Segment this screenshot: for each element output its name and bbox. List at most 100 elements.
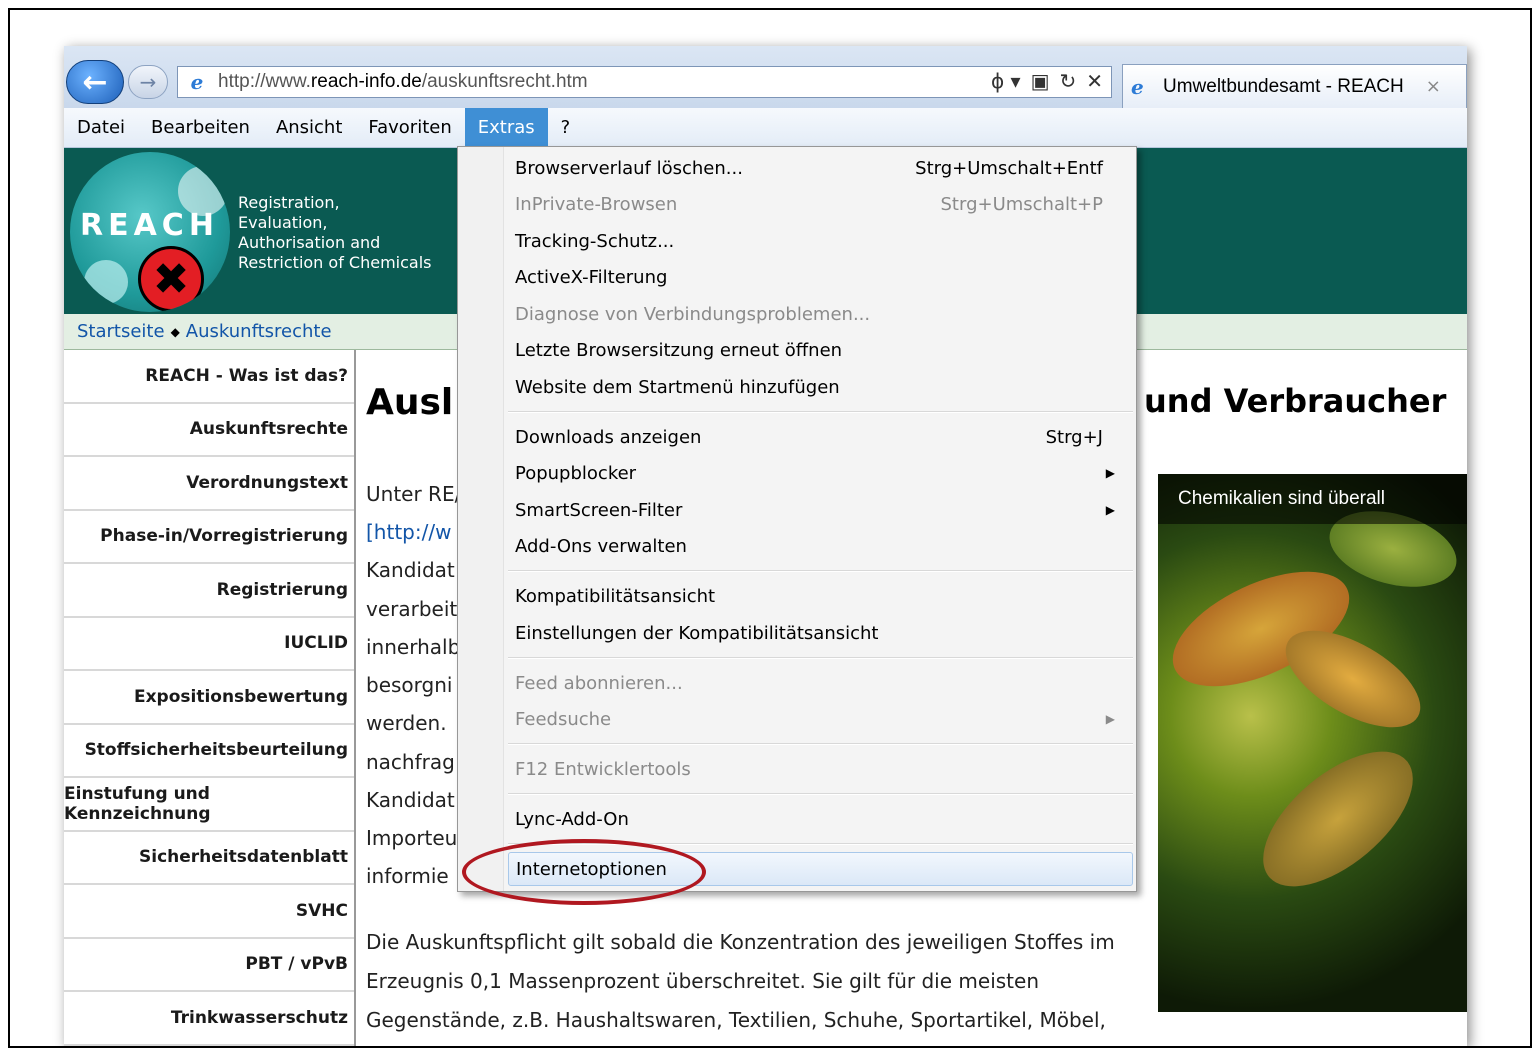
submenu-arrow-icon: ▶: [1105, 466, 1115, 480]
shortcut-label: Strg+Umschalt+Entf: [915, 157, 1103, 179]
menu-separator: [508, 411, 1133, 413]
paragraph-line: Die Auskunftspflicht gilt sobald die Kon…: [366, 930, 1115, 954]
menu-item-kompatibilitaet-einstellungen[interactable]: Einstellungen der Kompatibilitätsansicht: [508, 616, 1133, 650]
sidebar-item-phase-in[interactable]: Phase-in/Vorregistrierung: [64, 511, 354, 564]
forward-button[interactable]: →: [128, 65, 168, 99]
sidebar-item-pbt[interactable]: PBT / vPvB: [64, 939, 354, 992]
stop-icon[interactable]: ✕: [1086, 69, 1103, 93]
menu-item-feedsuche: Feedsuche ▶: [515, 708, 1115, 730]
paragraph-line: besorgni: [366, 673, 453, 697]
refresh-icon[interactable]: ↻: [1059, 69, 1076, 93]
sidebar-item-stoffsicherheit[interactable]: Stoffsicherheitsbeurteilung: [64, 725, 354, 778]
image-caption: Chemikalien sind überall: [1158, 474, 1467, 524]
menu-separator: [508, 743, 1133, 745]
menu-item-downloads[interactable]: Downloads anzeigen Strg+J: [508, 420, 1133, 454]
logo-bubble: [84, 260, 128, 304]
menu-favoriten[interactable]: Favoriten: [355, 108, 464, 148]
chemicals-image[interactable]: Chemikalien sind überall: [1158, 474, 1467, 1012]
shortcut-label: Strg+J: [1045, 426, 1103, 448]
menu-item-browserverlauf[interactable]: Browserverlauf löschen... Strg+Umschalt+…: [508, 151, 1133, 185]
menu-bearbeiten[interactable]: Bearbeiten: [138, 108, 263, 148]
address-toolbar: ← → e http://www.reach-info.de/auskunfts…: [64, 46, 1467, 108]
menu-item-popupblocker[interactable]: Popupblocker ▶: [508, 456, 1133, 490]
logo-text: REACH: [80, 208, 219, 243]
submenu-arrow-icon: ▶: [1105, 712, 1115, 726]
url-text[interactable]: http://www.reach-info.de/auskunftsrecht.…: [218, 71, 588, 93]
tab-ie-icon: e: [1131, 74, 1144, 99]
extras-dropdown-menu: Browserverlauf löschen... Strg+Umschalt+…: [457, 146, 1137, 892]
menu-item-addons[interactable]: Add-Ons verwalten: [508, 529, 1133, 563]
menu-item-activex-filterung[interactable]: ActiveX-Filterung: [508, 260, 1133, 294]
back-button[interactable]: ←: [66, 60, 124, 104]
paragraph-line: nachfrag: [366, 750, 455, 774]
menu-bar: Datei Bearbeiten Ansicht Favoriten Extra…: [64, 107, 1467, 148]
sidebar-item-verordnungstext[interactable]: Verordnungstext: [64, 457, 354, 511]
shortcut-label: Strg+Umschalt+P: [940, 193, 1104, 215]
menu-separator: [508, 657, 1133, 659]
back-arrow-icon: ←: [82, 64, 108, 100]
compatibility-view-icon[interactable]: ▣: [1031, 69, 1050, 93]
menu-item-lync-addon[interactable]: Lync-Add-On: [508, 802, 1133, 836]
browser-tab[interactable]: e Umweltbundesamt - REACH ×: [1122, 64, 1467, 108]
sidebar-item-reach[interactable]: REACH - Was ist das?: [64, 350, 354, 404]
paragraph-line: Unter RE/: [366, 482, 462, 506]
paragraph-line: werden.: [366, 711, 447, 735]
paragraph-line: Erzeugnis 0,1 Massenprozent überschreite…: [366, 969, 1039, 993]
menu-item-f12-tools: F12 Entwicklertools: [515, 758, 691, 780]
address-bar[interactable]: e http://www.reach-info.de/auskunftsrech…: [177, 66, 1112, 98]
submenu-arrow-icon: ▶: [1105, 503, 1115, 517]
paragraph-line: informie: [366, 864, 449, 888]
menu-item-startmenue[interactable]: Website dem Startmenü hinzufügen: [508, 370, 1133, 404]
subtitle-line: Restriction of Chemicals: [238, 253, 432, 272]
menu-item-smartscreen[interactable]: SmartScreen-Filter ▶: [508, 493, 1133, 527]
paragraph-line: verarbeit: [366, 597, 458, 621]
sidebar-item-expositionsbewertung[interactable]: Expositionsbewertung: [64, 671, 354, 725]
menu-help[interactable]: ?: [548, 108, 584, 148]
breadcrumb-startseite[interactable]: Startseite: [77, 321, 165, 342]
sidebar-item-sicherheitsdatenblatt[interactable]: Sicherheitsdatenblatt: [64, 832, 354, 885]
breadcrumb-separator-icon: ◆: [170, 324, 180, 339]
menu-item-diagnose: Diagnose von Verbindungsproblemen...: [515, 303, 871, 325]
tab-title: Umweltbundesamt - REACH: [1163, 75, 1404, 97]
page-title: Ausl: [366, 382, 454, 423]
menu-separator: [508, 793, 1133, 795]
subtitle-line: Registration,: [238, 193, 340, 212]
browser-window: ← → e http://www.reach-info.de/auskunfts…: [64, 46, 1467, 1046]
menu-item-tracking-schutz[interactable]: Tracking-Schutz...: [508, 224, 1133, 258]
reach-logo[interactable]: REACH ✖: [70, 152, 230, 312]
menu-item-kompatibilitaetsansicht[interactable]: Kompatibilitätsansicht: [508, 579, 1133, 613]
menu-separator: [508, 570, 1133, 572]
menu-datei[interactable]: Datei: [64, 108, 138, 148]
sidebar-item-registrierung[interactable]: Registrierung: [64, 564, 354, 618]
sidebar-item-einstufung[interactable]: Einstufung und Kennzeichnung: [64, 778, 354, 832]
menu-extras[interactable]: Extras: [464, 107, 548, 148]
menu-icon-gutter: [458, 147, 504, 891]
leaf-shape: [1240, 726, 1436, 912]
paragraph-line: Kandidat: [366, 788, 455, 812]
sidebar-item-auskunftsrechte[interactable]: Auskunftsrechte: [64, 404, 354, 457]
logo-subtitle: Registration, Evaluation, Authorisation …: [238, 193, 431, 273]
search-icon[interactable]: ϕ ▾: [991, 69, 1021, 93]
menu-item-feed-abonnieren: Feed abonnieren...: [515, 672, 683, 694]
forward-arrow-icon: →: [139, 70, 157, 94]
subtitle-line: Evaluation,: [238, 213, 328, 232]
menu-ansicht[interactable]: Ansicht: [263, 108, 355, 148]
menu-item-letzte-sitzung[interactable]: Letzte Browsersitzung erneut öffnen: [508, 333, 1133, 367]
annotation-ellipse: [462, 839, 706, 905]
menu-item-inprivate: InPrivate-Browsen Strg+Umschalt+P: [515, 193, 1104, 215]
sidebar-item-svhc[interactable]: SVHC: [64, 885, 354, 939]
paragraph-line: innerhalb: [366, 635, 461, 659]
page-title-continued: und Verbraucher: [1144, 382, 1447, 420]
paragraph-link[interactable]: [http://w: [366, 520, 451, 544]
paragraph-line: Importeu: [366, 826, 458, 850]
sidebar-nav: REACH - Was ist das? Auskunftsrechte Ver…: [64, 350, 356, 1046]
sidebar-item-iuclid[interactable]: IUCLID: [64, 618, 354, 671]
ie-page-icon: e: [190, 70, 204, 94]
breadcrumb-auskunftsrechte[interactable]: Auskunftsrechte: [186, 321, 332, 342]
address-tools: ϕ ▾ ▣ ↻ ✕: [991, 69, 1103, 93]
tab-close-icon[interactable]: ×: [1426, 76, 1441, 97]
paragraph-line: Kandidat: [366, 558, 455, 582]
hazard-x-icon: ✖: [138, 246, 204, 312]
sidebar-item-trinkwasserschutz[interactable]: Trinkwasserschutz: [64, 992, 354, 1046]
subtitle-line: Authorisation and: [238, 233, 381, 252]
